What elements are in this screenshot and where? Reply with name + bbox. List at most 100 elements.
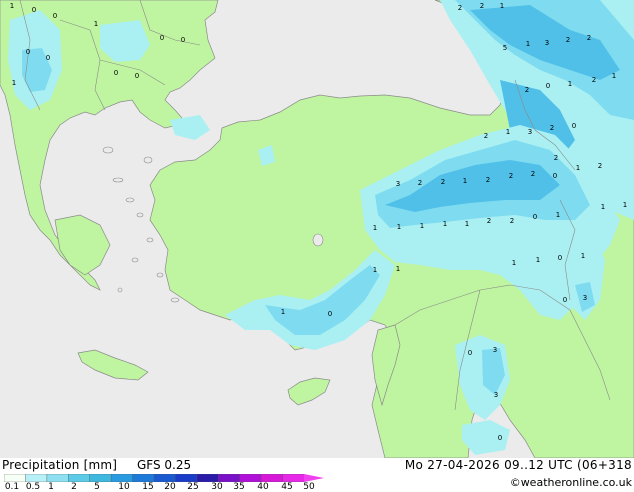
precip-value-label: 1 — [526, 40, 530, 48]
legend-swatch — [196, 474, 219, 482]
precip-value-label: 0 — [498, 434, 502, 442]
legend-label: 40 — [257, 482, 269, 492]
legend-label: 20 — [164, 482, 176, 492]
legend-swatch — [25, 474, 48, 482]
precip-value-label: 2 — [418, 179, 422, 187]
legend-swatch — [89, 474, 112, 482]
legend-label: 2 — [71, 482, 77, 492]
island — [146, 237, 154, 243]
legend-swatch — [46, 474, 69, 482]
precip-value-label: 1 — [601, 203, 605, 211]
precip-value-label: 3 — [494, 391, 498, 399]
legend-swatch — [218, 474, 241, 482]
weather-map-view: 1001000000122151322201212132021232212220… — [0, 0, 634, 492]
precip-value-label: 1 — [500, 2, 504, 10]
precip-value-label: 1 — [443, 220, 447, 228]
precip-value-label: 2 — [554, 154, 558, 162]
precip-value-label: 2 — [531, 170, 535, 178]
legend-label: 45 — [281, 482, 293, 492]
legend-swatch — [68, 474, 91, 482]
legend-label: 30 — [211, 482, 223, 492]
credit-link[interactable]: ©weatheronline.co.uk — [510, 476, 632, 489]
precip-value-label: 0 — [558, 254, 562, 262]
precip-value-label: 0 — [328, 310, 332, 318]
legend-label: 50 — [303, 482, 315, 492]
precip-value-label: 0 — [160, 34, 164, 42]
map-title: Precipitation [mm] — [2, 458, 118, 472]
precip-value-label: 2 — [441, 178, 445, 186]
precip-value-label: 1 — [94, 20, 98, 28]
legend-label: 10 — [118, 482, 130, 492]
precip-value-label: 1 — [623, 201, 627, 209]
legend-swatch — [175, 474, 198, 482]
precip-value-label: 1 — [397, 223, 401, 231]
island — [143, 156, 153, 164]
precip-value-label: 0 — [546, 82, 550, 90]
precip-value-label: 1 — [536, 256, 540, 264]
precip-value-label: 1 — [463, 177, 467, 185]
precip-value-label: 2 — [550, 124, 554, 132]
legend-swatch — [110, 474, 133, 482]
precip-value-label: 2 — [592, 76, 596, 84]
legend-label: 0.1 — [4, 482, 20, 492]
legend-swatch — [260, 474, 284, 482]
precip-value-label: 0 — [181, 36, 185, 44]
precip-value-label: 2 — [487, 217, 491, 225]
precip-value-label: 2 — [480, 2, 484, 10]
precip-value-label: 1 — [512, 259, 516, 267]
precip-value-label: 0 — [26, 48, 30, 56]
island — [170, 297, 180, 303]
precip-value-label: 2 — [598, 162, 602, 170]
island — [117, 287, 123, 293]
precip-value-label: 0 — [32, 6, 36, 14]
precipitation-map: 1 0 0 1 0 0 0 0 0 0 1 2 2 1 5 1 3 2 2 2 0 1 2 1 2 1 3 2 0 2 1 2 3 2 2 1 2 2 2 0… — [0, 0, 634, 458]
precip-value-label: 3 — [528, 128, 532, 136]
lake-tuz — [312, 233, 324, 247]
precip-value-label: 0 — [114, 69, 118, 77]
precip-value-label: 3 — [493, 346, 497, 354]
precip-value-label: 3 — [396, 180, 400, 188]
precip-value-label: 0 — [563, 296, 567, 304]
legend-swatch — [153, 474, 176, 482]
precip-value-label: 1 — [12, 79, 16, 87]
legend-label: 25 — [187, 482, 199, 492]
precip-value-label: 2 — [509, 172, 513, 180]
forecast-datetime: Mo 27-04-2026 09..12 UTC (06+318 — [404, 458, 632, 472]
precip-value-label: 0 — [553, 172, 557, 180]
precip-value-label: 3 — [545, 39, 549, 47]
precip-value-label: 1 — [465, 220, 469, 228]
precip-value-label: 5 — [503, 44, 507, 52]
legend-swatch — [239, 474, 262, 482]
footer-bar: Precipitation [mm] GFS 0.25 Mo 27-04-202… — [0, 458, 634, 492]
precip-value-label: 2 — [458, 4, 462, 12]
precip-value-label: 0 — [533, 213, 537, 221]
precip-value-label: 2 — [510, 217, 514, 225]
legend-swatch — [132, 474, 155, 482]
island — [136, 212, 144, 218]
precip-value-label: 2 — [484, 132, 488, 140]
precip-value-label: 2 — [525, 86, 529, 94]
legend-label: 15 — [142, 482, 154, 492]
precip-value-label: 1 — [373, 266, 377, 274]
precip-value-label: 1 — [506, 128, 510, 136]
island — [156, 272, 164, 278]
island — [102, 146, 114, 154]
legend-label: 5 — [94, 482, 100, 492]
legend-swatch — [4, 474, 26, 482]
precip-value-label: 1 — [581, 252, 585, 260]
color-legend — [4, 474, 324, 482]
precip-value-label: 0 — [53, 12, 57, 20]
legend-label: 1 — [48, 482, 54, 492]
precip-value-label: 0 — [46, 54, 50, 62]
island — [131, 257, 139, 263]
legend-swatch — [282, 474, 305, 482]
precip-value-label: 1 — [373, 224, 377, 232]
precip-value-label: 0 — [468, 349, 472, 357]
precip-value-label: 1 — [612, 72, 616, 80]
precip-value-label: 2 — [587, 34, 591, 42]
precip-value-label: 2 — [486, 176, 490, 184]
precip-value-label: 1 — [420, 222, 424, 230]
legend-label: 35 — [233, 482, 245, 492]
island — [125, 197, 135, 203]
precip-value-label: 1 — [576, 164, 580, 172]
